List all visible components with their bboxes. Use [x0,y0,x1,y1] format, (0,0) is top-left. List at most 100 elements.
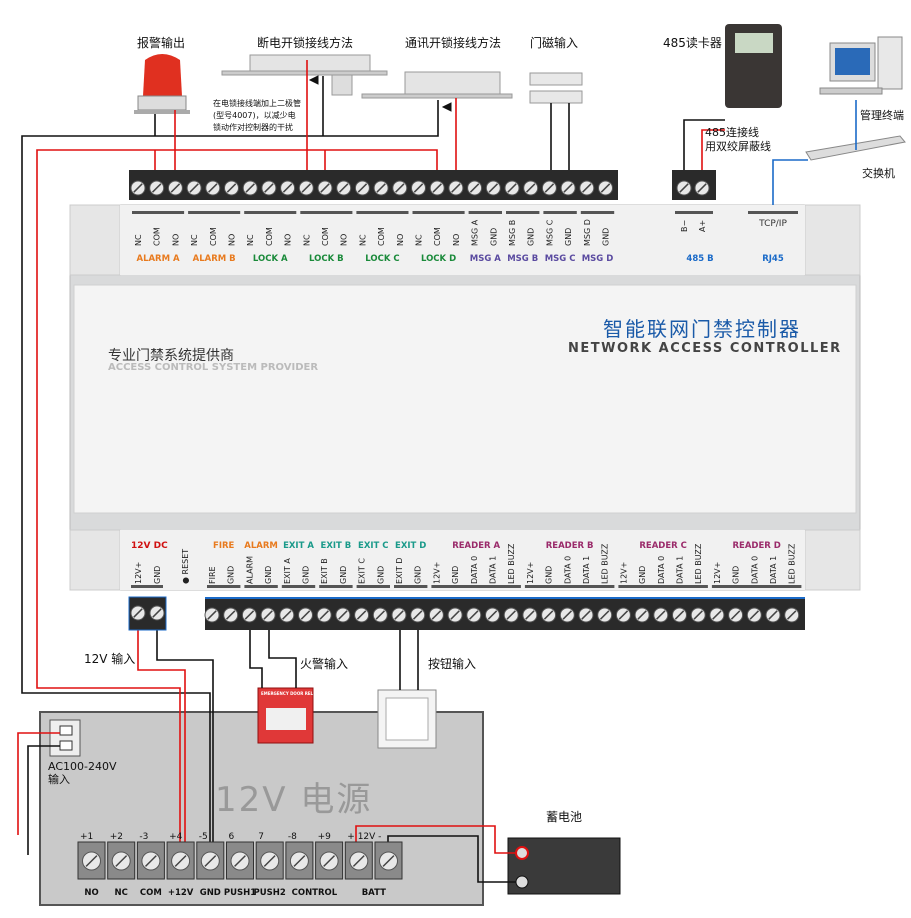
terminal-label: NC [415,234,424,246]
terminal-group-label: ALARM B [193,254,236,264]
terminal-label: 12V+ [526,562,535,584]
label-battery: 蓄电池 [546,810,583,824]
battery-negative-terminal [515,875,529,889]
terminal-label: ALARM [245,556,254,584]
terminal-group-bar [132,211,185,214]
label-alarm-output: 报警输出 [137,36,186,50]
terminal-label: DATA 1 [582,556,591,584]
terminal-label: NC [358,234,367,246]
card-reader-icon [725,24,782,108]
terminal-label: 12V+ [134,562,143,584]
terminal-label: DATA 1 [769,556,778,584]
terminal-label: LED BUZZ [507,543,516,584]
terminal-label: NC [302,234,311,246]
ac-label-line: 输入 [48,773,70,786]
terminal-label: A+ [698,220,707,232]
terminal-label: NO [452,234,461,246]
terminal-group-bar [188,211,241,214]
label-fire-input: 火警输入 [300,657,349,671]
terminal-group-bar [394,585,428,588]
psu-terminal-number: +4 [169,832,183,842]
terminal-group-bar [319,585,353,588]
terminal-label: GND [414,566,423,584]
power-supply-title: 12V 电源 [215,780,373,820]
terminal-group-label: READER C [639,541,687,551]
terminal-group-label: READER A [452,541,500,551]
terminal-group-bar [244,211,297,214]
terminal-label: MSG D [583,219,592,246]
terminal-label: GND [638,566,647,584]
terminal-group-bar [748,211,798,214]
terminal-label: LED BUZZ [788,543,797,584]
terminal-label: GND [339,566,348,584]
terminal-label: GND [451,566,460,584]
terminal-label: 12V+ [432,562,441,584]
terminal-group-label: LOCK D [421,254,456,264]
psu-terminal-name: PUSH1 [224,888,256,898]
terminal-label: DATA 1 [489,556,498,584]
reset-button-label: ● RESET [181,549,190,584]
psu-terminal-name: CONTROL [292,888,338,898]
terminal-label: B− [680,220,689,232]
terminal-label: MSG B [508,220,517,246]
terminal-group-label: LOCK B [309,254,344,264]
note-line: 485连接线 [705,126,759,139]
terminal-group-bar [281,585,316,588]
terminal-label: MSG A [471,219,480,246]
label-mgmt-terminal: 管理终端 [860,109,904,122]
psu-terminal-name: BATT [362,888,386,898]
terminal-label: COM [433,227,442,246]
terminal-group-bar [524,585,615,588]
terminal-group-bar [207,585,241,588]
terminal-group-label: EXIT D [395,541,426,551]
terminal-group-label: READER D [732,541,780,551]
terminal-label: NO [396,234,405,246]
controller-title-en: NETWORK ACCESS CONTROLLER [568,341,842,356]
terminal-group-bar [506,211,540,214]
emergency-label: EMERGENCY DOOR RELEASE [261,691,325,696]
terminal-group-bar [468,211,502,214]
psu-terminal-number: +2 [110,832,123,842]
terminal-label: LED BUZZ [601,543,610,584]
terminal-label: NO [228,234,237,246]
terminal-label: COM [153,227,162,246]
terminal-group-label: LOCK A [253,254,288,264]
psu-terminal-name: +12V [168,888,194,898]
terminal-group-label: READER B [546,541,594,551]
rs485-group-label: 485 B [686,254,713,264]
network-cable [772,159,808,205]
terminal-group-label: EXIT A [283,541,314,551]
diagram-canvas: NC COM NO NC COM NO NC COM NO NC COM NO NC COM NO NC COM… [17,24,906,906]
terminal-group-label: FIRE [213,541,235,551]
terminal-group-bar [356,585,390,588]
note-diode: 在电锁接线端加上二极管 (型号4007)，以减少电 锁动作对控制器的干扰 [213,98,301,134]
terminal-label: GND [302,566,311,584]
terminal-label: NC [190,234,199,246]
psu-terminal-number: +1 [80,832,93,842]
terminal-group-label: MSG B [507,254,538,264]
terminal-label: GND [564,228,573,246]
terminal-label: EXIT C [358,558,367,584]
terminal-label: GND [732,566,741,584]
terminal-label: EXIT B [320,558,329,584]
terminal-group-label: MSG A [470,254,502,264]
terminal-label: NC [246,234,255,246]
terminal-label: COM [209,227,218,246]
psu-terminal-number: -8 [288,832,297,842]
label-power-on-lock: 通讯开锁接线方法 [405,36,502,50]
terminal-group-bar [543,211,577,214]
computer-icon [819,36,903,95]
psu-terminal-number: + 12V - [347,832,381,842]
terminal-group-bar [675,211,713,214]
psu-terminal-name: PUSH2 [254,888,286,898]
alarm-light-icon [134,54,190,114]
label-power-fail-lock: 断电开锁接线方法 [257,36,354,50]
terminal-group-bar [431,585,521,588]
terminal-label: 12V+ [713,562,722,584]
terminal-group-label: LOCK C [365,254,399,264]
fire-alarm-button-icon [257,687,314,744]
strip-edge [205,597,805,599]
terminal-label: GND [376,566,385,584]
psu-terminal-number: 6 [229,832,235,842]
psu-terminal-number: +9 [318,832,332,842]
